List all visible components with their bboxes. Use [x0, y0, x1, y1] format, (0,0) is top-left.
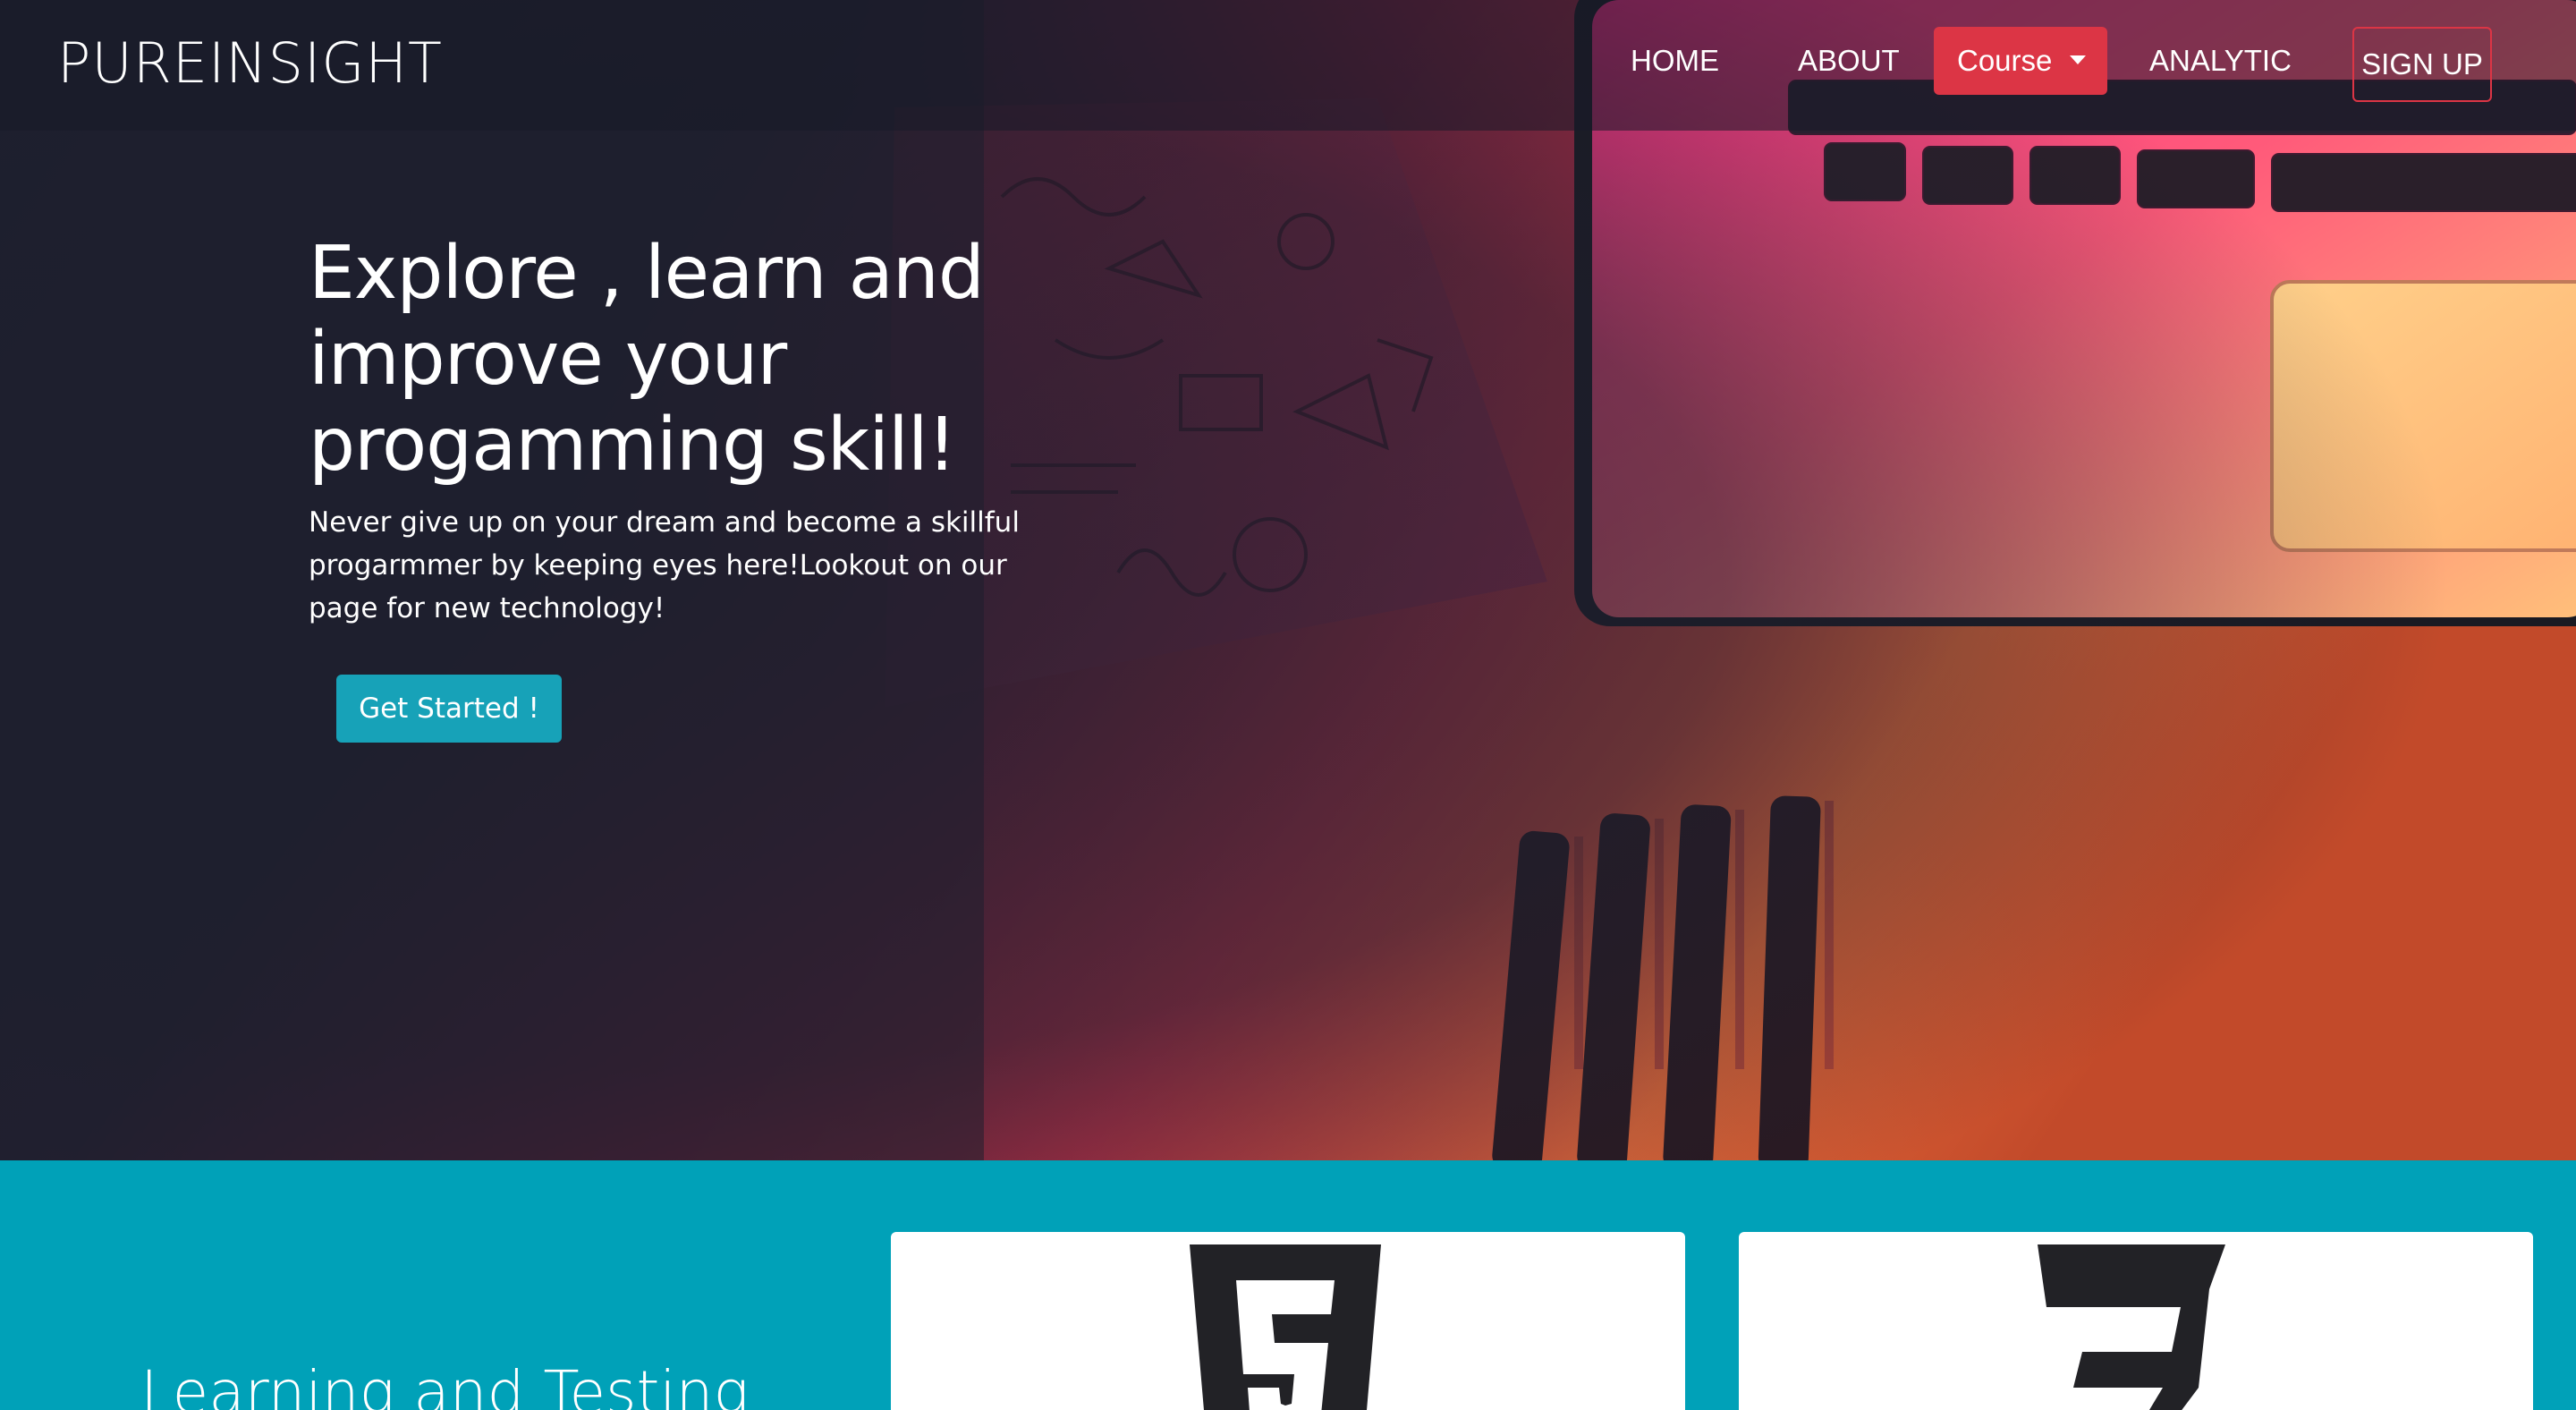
course-card-html[interactable] — [891, 1232, 1685, 1410]
hero-subtitle: Never give up on your dream and become a… — [309, 506, 1020, 624]
nav-about-link[interactable]: ABOUT — [1798, 43, 1900, 79]
course-card-css[interactable] — [1739, 1232, 2533, 1410]
brand-logo[interactable]: PUREINSIGHT — [57, 32, 443, 95]
course-dropdown-label: Course — [1957, 44, 2053, 77]
caret-down-icon — [2070, 55, 2086, 64]
course-dropdown-button[interactable]: Course — [1934, 27, 2107, 95]
css3-icon — [2038, 1244, 2225, 1410]
learning-section: Learning and Testing — [0, 1160, 2576, 1410]
signup-button[interactable]: SIGN UP — [2352, 27, 2492, 102]
html5-icon — [1190, 1244, 1381, 1410]
nav-analytic-link[interactable]: ANALYTIC — [2149, 43, 2292, 79]
navbar: PUREINSIGHT HOME ABOUT Course ANALYTIC S… — [0, 0, 2576, 131]
section-title: Learning and Testing — [140, 1358, 750, 1410]
get-started-button[interactable]: Get Started ! — [336, 675, 562, 743]
page: PUREINSIGHT HOME ABOUT Course ANALYTIC S… — [0, 0, 2576, 1410]
hero-section: PUREINSIGHT HOME ABOUT Course ANALYTIC S… — [0, 0, 2576, 1160]
nav-home-link[interactable]: HOME — [1631, 43, 1719, 79]
hero-title: Explore , learn and improve your progamm… — [309, 231, 985, 488]
